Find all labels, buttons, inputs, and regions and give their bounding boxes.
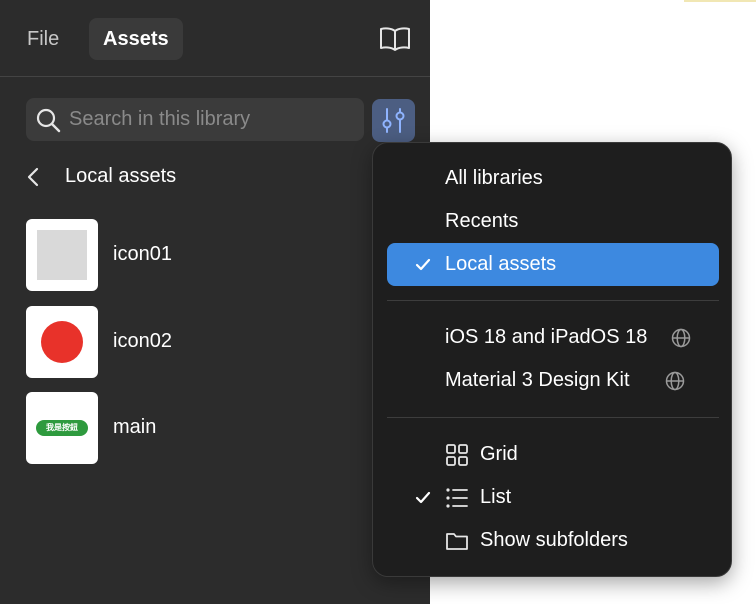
menu-item-label: Recents bbox=[445, 210, 519, 232]
menu-divider bbox=[387, 417, 719, 418]
menu-item-label: Local assets bbox=[445, 253, 557, 275]
globe-icon bbox=[671, 328, 691, 348]
library-dropdown-menu: All libraries Recents Local assets iOS 1… bbox=[372, 142, 732, 577]
asset-item-main[interactable]: 我是按鈕 main bbox=[26, 392, 346, 464]
menu-item-label: iOS 18 and iPadOS 18 bbox=[445, 326, 648, 348]
book-icon[interactable] bbox=[379, 26, 411, 52]
list-icon bbox=[446, 488, 468, 508]
breadcrumb: Local assets bbox=[24, 160, 224, 194]
back-chevron-icon[interactable] bbox=[24, 166, 44, 188]
menu-item-label: Grid bbox=[480, 443, 518, 465]
asset-thumbnail: 我是按鈕 bbox=[26, 392, 98, 464]
green-button-thumb: 我是按鈕 bbox=[36, 420, 88, 436]
gray-square-thumb bbox=[37, 230, 87, 280]
assets-panel: File Assets Local assets icon01 bbox=[0, 0, 430, 604]
library-filter-button[interactable] bbox=[372, 99, 415, 142]
menu-item-show-subfolders[interactable]: Show subfolders bbox=[387, 519, 719, 562]
tab-file[interactable]: File bbox=[13, 18, 73, 60]
canvas-edge-marker bbox=[684, 0, 756, 2]
menu-item-label: Show subfolders bbox=[480, 529, 628, 551]
asset-item-icon01[interactable]: icon01 bbox=[26, 219, 346, 291]
tab-assets[interactable]: Assets bbox=[89, 18, 183, 60]
breadcrumb-label: Local assets bbox=[65, 165, 177, 187]
menu-item-label: Material 3 Design Kit bbox=[445, 369, 630, 391]
menu-item-label: All libraries bbox=[445, 167, 543, 189]
search-box bbox=[26, 98, 364, 141]
grid-icon bbox=[446, 444, 468, 466]
sliders-icon bbox=[382, 108, 405, 133]
asset-name: main bbox=[113, 416, 157, 438]
asset-thumbnail bbox=[26, 306, 98, 378]
panel-divider bbox=[0, 76, 430, 77]
menu-item-all-libraries[interactable]: All libraries bbox=[387, 157, 719, 200]
asset-thumbnail bbox=[26, 219, 98, 291]
menu-item-local-assets[interactable]: Local assets bbox=[387, 243, 719, 286]
folder-icon bbox=[446, 533, 468, 550]
asset-name: icon02 bbox=[113, 330, 172, 352]
menu-item-grid-view[interactable]: Grid bbox=[387, 433, 719, 476]
menu-item-ios-18-library[interactable]: iOS 18 and iPadOS 18 bbox=[387, 316, 719, 359]
menu-divider bbox=[387, 300, 719, 301]
checkmark-icon bbox=[415, 258, 431, 271]
menu-item-list-view[interactable]: List bbox=[387, 476, 719, 519]
asset-item-icon02[interactable]: icon02 bbox=[26, 306, 346, 378]
panel-tabs: File Assets bbox=[0, 0, 430, 76]
menu-item-material-3-library[interactable]: Material 3 Design Kit bbox=[387, 359, 719, 402]
menu-item-label: List bbox=[480, 486, 512, 508]
search-icon bbox=[36, 108, 61, 133]
checkmark-icon bbox=[415, 491, 431, 504]
menu-item-recents[interactable]: Recents bbox=[387, 200, 719, 243]
asset-name: icon01 bbox=[113, 243, 172, 265]
red-circle-thumb bbox=[41, 321, 83, 363]
search-input[interactable] bbox=[69, 98, 354, 141]
globe-icon bbox=[665, 371, 685, 391]
